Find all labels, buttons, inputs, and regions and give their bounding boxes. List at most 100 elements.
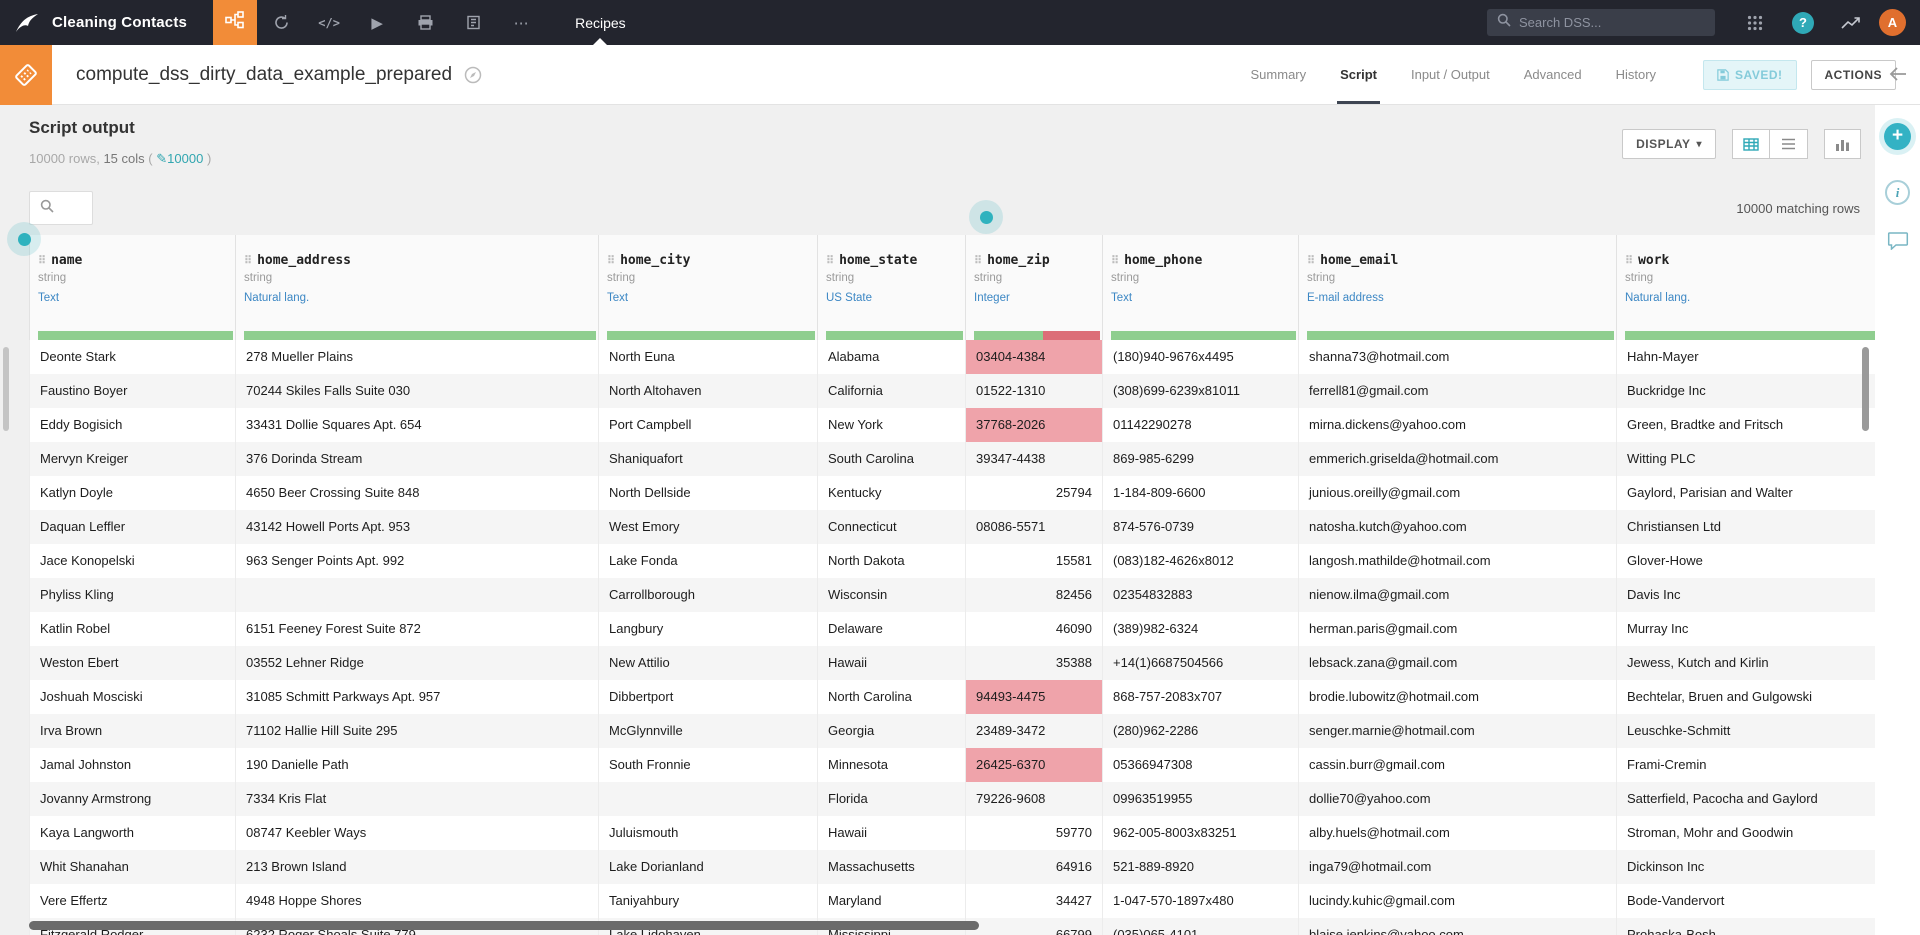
column-meaning[interactable]: Integer [974,292,1102,312]
cell-home_phone[interactable]: 02354832883 [1103,578,1299,612]
cell-name[interactable]: Vere Effertz [30,884,236,918]
cell-home_state[interactable]: Kentucky [818,476,966,510]
drag-handle-icon[interactable]: ⠿ [1111,254,1119,267]
cell-name[interactable]: Daquan Leffler [30,510,236,544]
cell-home_state[interactable]: New York [818,408,966,442]
cell-home_zip[interactable]: 82456 [966,578,1103,612]
cell-home_city[interactable]: Lake Dorianland [599,850,818,884]
table-search-box[interactable] [29,191,93,225]
column-header-home_address[interactable]: ⠿ home_address string Natural lang. [236,235,599,340]
cell-home_phone[interactable]: 521-889-8920 [1103,850,1299,884]
cell-home_zip[interactable]: 46090 [966,612,1103,646]
cell-home_zip[interactable]: 37768-2026 [966,408,1103,442]
cell-home_phone[interactable]: (389)982-6324 [1103,612,1299,646]
cell-home_phone[interactable]: +14(1)6687504566 [1103,646,1299,680]
help-button[interactable]: ? [1779,0,1827,45]
cell-home_email[interactable]: shanna73@hotmail.com [1299,340,1617,374]
cell-name[interactable]: Joshuah Mosciski [30,680,236,714]
horizontal-scrollbar[interactable] [29,921,979,930]
cell-home_city[interactable]: Taniyahbury [599,884,818,918]
cell-home_email[interactable]: natosha.kutch@yahoo.com [1299,510,1617,544]
more-icon[interactable]: ⋯ [497,0,545,45]
cell-home_phone[interactable]: 1-047-570-1897x480 [1103,884,1299,918]
saved-button[interactable]: SAVED! [1703,59,1797,90]
cell-home_address[interactable]: 33431 Dollie Squares Apt. 654 [236,408,599,442]
cell-home_city[interactable]: West Emory [599,510,818,544]
notebook-icon[interactable] [449,0,497,45]
cell-home_zip[interactable]: 79226-9608 [966,782,1103,816]
drag-handle-icon[interactable]: ⠿ [974,254,982,267]
cell-name[interactable]: Weston Ebert [30,646,236,680]
cell-home_state[interactable]: Delaware [818,612,966,646]
cell-home_phone[interactable]: (280)962-2286 [1103,714,1299,748]
column-meaning[interactable]: Text [38,292,235,312]
cell-home_address[interactable]: 08747 Keebler Ways [236,816,599,850]
cell-home_email[interactable]: herman.paris@gmail.com [1299,612,1617,646]
code-icon[interactable]: </> [305,0,353,45]
cell-home_address[interactable]: 71102 Hallie Hill Suite 295 [236,714,599,748]
drag-handle-icon[interactable]: ⠿ [244,254,252,267]
cell-home_phone[interactable]: (035)065-4101 [1103,918,1299,935]
cell-home_email[interactable]: nienow.ilma@gmail.com [1299,578,1617,612]
cell-home_email[interactable]: lebsack.zana@gmail.com [1299,646,1617,680]
cell-work[interactable]: Dickinson Inc [1617,850,1875,884]
edited-cells-link[interactable]: ✎10000 [156,151,203,166]
add-button[interactable]: + [1884,123,1911,150]
cell-home_phone[interactable]: (308)699-6239x81011 [1103,374,1299,408]
cell-home_address[interactable]: 278 Mueller Plains [236,340,599,374]
cell-work[interactable]: Davis Inc [1617,578,1875,612]
play-icon[interactable]: ▶ [353,0,401,45]
cell-work[interactable]: Bode-Vandervort [1617,884,1875,918]
cell-home_email[interactable]: inga79@hotmail.com [1299,850,1617,884]
cell-home_address[interactable] [236,578,599,612]
column-header-work[interactable]: ⠿ work string Natural lang. [1617,235,1875,340]
cell-name[interactable]: Irva Brown [30,714,236,748]
cell-name[interactable]: Jace Konopelski [30,544,236,578]
cell-home_city[interactable]: North Altohaven [599,374,818,408]
cell-home_state[interactable]: Florida [818,782,966,816]
column-meaning[interactable]: US State [826,292,965,312]
cell-home_email[interactable]: dollie70@yahoo.com [1299,782,1617,816]
actions-button[interactable]: ACTIONS [1810,59,1896,90]
navigate-flow-icon[interactable] [464,45,482,104]
drag-handle-icon[interactable]: ⠿ [607,254,615,267]
tour-hotspot[interactable] [969,200,1003,234]
cell-home_phone[interactable]: 868-757-2083x707 [1103,680,1299,714]
cell-work[interactable]: Leuschke-Schmitt [1617,714,1875,748]
drag-handle-icon[interactable]: ⠿ [38,254,46,267]
cell-home_zip[interactable]: 25794 [966,476,1103,510]
list-view-button[interactable] [1770,129,1808,159]
drag-handle-icon[interactable]: ⠿ [1625,254,1633,267]
cell-home_phone[interactable]: 05366947308 [1103,748,1299,782]
charts-view-button[interactable] [1824,129,1861,159]
cell-home_zip[interactable]: 03404-4384 [966,340,1103,374]
tab-history[interactable]: History [1599,45,1673,104]
avatar[interactable]: A [1879,9,1906,36]
cell-home_address[interactable]: 6151 Feeney Forest Suite 872 [236,612,599,646]
cell-home_city[interactable]: New Attilio [599,646,818,680]
cell-home_zip[interactable]: 66799 [966,918,1103,935]
cell-home_email[interactable]: brodie.lubowitz@hotmail.com [1299,680,1617,714]
tour-hotspot[interactable] [7,222,41,256]
cell-name[interactable]: Phyliss Kling [30,578,236,612]
cell-home_zip[interactable]: 26425-6370 [966,748,1103,782]
cell-name[interactable]: Whit Shanahan [30,850,236,884]
table-view-button[interactable] [1732,129,1770,159]
cell-home_zip[interactable]: 35388 [966,646,1103,680]
cell-home_email[interactable]: cassin.burr@gmail.com [1299,748,1617,782]
tab-input-output[interactable]: Input / Output [1394,45,1507,104]
cell-home_city[interactable]: Lake Fonda [599,544,818,578]
cell-home_state[interactable]: California [818,374,966,408]
cell-work[interactable]: Satterfield, Pacocha and Gaylord [1617,782,1875,816]
cell-home_zip[interactable]: 94493-4475 [966,680,1103,714]
column-meaning[interactable]: Natural lang. [1625,292,1875,312]
cell-home_city[interactable]: Juluismouth [599,816,818,850]
apps-grid-icon[interactable] [1731,0,1779,45]
project-name[interactable]: Cleaning Contacts [52,14,187,31]
cell-home_city[interactable]: North Dellside [599,476,818,510]
cell-work[interactable]: Christiansen Ltd [1617,510,1875,544]
cell-work[interactable]: Hahn-Mayer [1617,340,1875,374]
cell-name[interactable]: Katlin Robel [30,612,236,646]
vertical-scrollbar[interactable] [1862,347,1869,431]
cell-name[interactable]: Eddy Bogisich [30,408,236,442]
